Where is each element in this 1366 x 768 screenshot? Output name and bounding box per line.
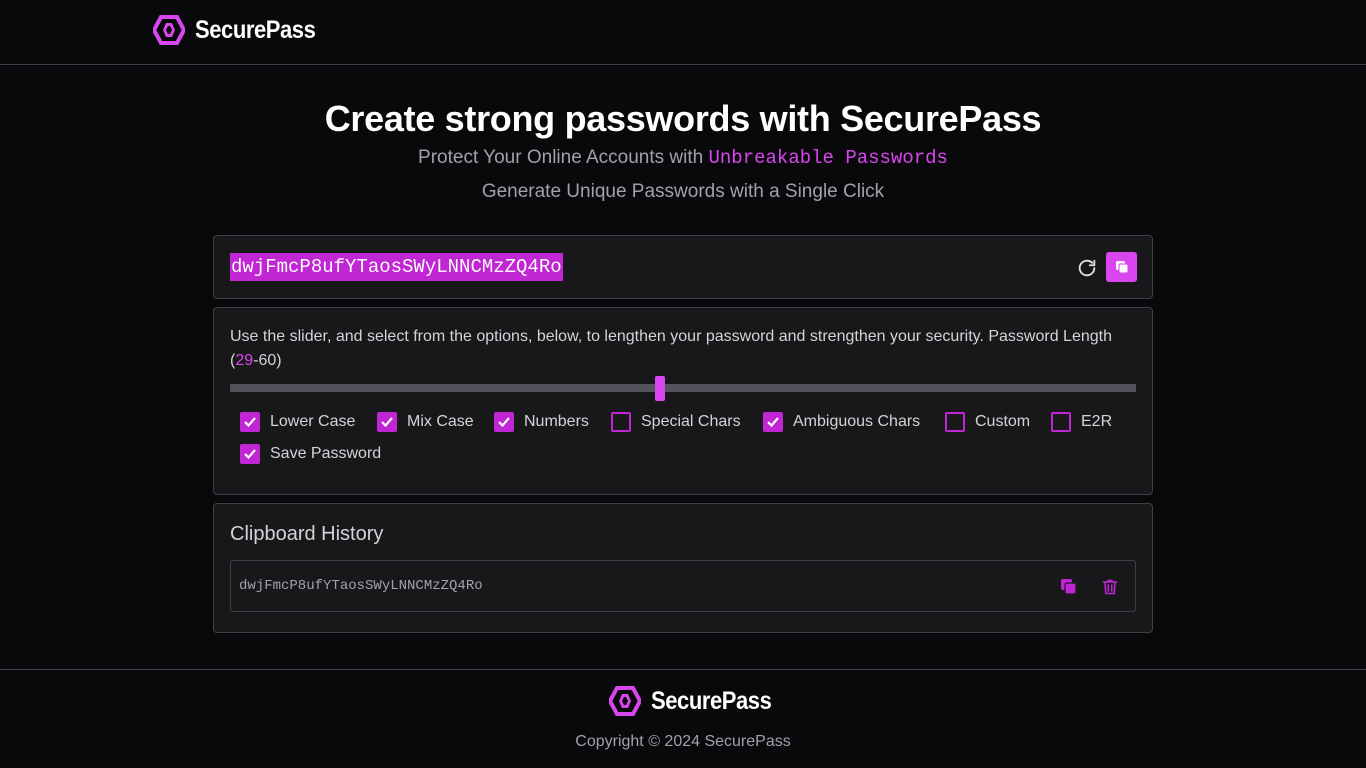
header-logo[interactable]: SecurePass [153, 15, 332, 45]
checkbox-mix-case[interactable]: Mix Case [377, 412, 474, 432]
page-title: Create strong passwords with SecurePass [324, 98, 1042, 139]
checkbox-label: Lower Case [270, 413, 356, 430]
checkbox-special-chars[interactable]: Special Chars [611, 412, 741, 432]
options-description-text: Use the slider, and select from the opti… [230, 328, 1112, 369]
history-item: dwjFmcP8ufYTaosSWyLNNCMzZQ4Ro [230, 560, 1136, 612]
checkbox-label: Special Chars [641, 413, 741, 430]
copyright-text: Copyright © 2024 SecurePass [575, 733, 791, 750]
checkbox-label: E2R [1081, 413, 1113, 430]
hero-subtitle-accent: Unbreakable Passwords [708, 147, 948, 169]
checkmark-icon [498, 417, 510, 428]
checkbox-label: Save Password [270, 445, 382, 462]
site-footer: SecurePass Copyright © 2024 SecurePass [0, 669, 1366, 768]
footer-brand-name: SecurePass [651, 686, 772, 715]
checkbox-box[interactable] [611, 412, 631, 432]
checkbox-save-password[interactable]: Save Password [240, 444, 381, 464]
generated-password[interactable]: dwjFmcP8ufYTaosSWyLNNCMzZQ4Ro [230, 253, 563, 281]
regenerate-button[interactable] [1074, 255, 1100, 281]
checkbox-label: Custom [975, 413, 1031, 430]
options-description: Use the slider, and select from the opti… [230, 325, 1135, 373]
checkbox-box[interactable] [240, 412, 260, 432]
checkbox-box[interactable] [945, 412, 965, 432]
checkmark-icon [767, 417, 779, 428]
clipboard-history-card: Clipboard History dwjFmcP8ufYTaosSWyLNNC… [213, 503, 1153, 633]
checkmark-icon [244, 417, 256, 428]
clipboard-history-title: Clipboard History [230, 523, 384, 545]
checkbox-box[interactable] [763, 412, 783, 432]
securepass-logo-icon [153, 15, 185, 45]
copy-icon [1061, 579, 1077, 595]
refresh-icon [1078, 259, 1096, 277]
checkbox-label: Ambiguous Chars [793, 413, 921, 430]
checkbox-box[interactable] [494, 412, 514, 432]
hero-subtitle-prefix: Protect Your Online Accounts with [418, 147, 709, 168]
password-length-max: -60) [253, 352, 282, 369]
checkbox-box[interactable] [377, 412, 397, 432]
checkbox-box[interactable] [240, 444, 260, 464]
checkbox-custom[interactable]: Custom [945, 412, 1030, 432]
copy-password-button[interactable] [1106, 252, 1137, 282]
trash-icon [1102, 579, 1118, 595]
checkbox-ambiguous-chars[interactable]: Ambiguous Chars [763, 412, 920, 432]
hero-subtitle-2: Generate Unique Passwords with a Single … [481, 181, 885, 202]
options-card: Use the slider, and select from the opti… [213, 307, 1153, 495]
checkmark-icon [244, 449, 256, 460]
password-length-value: 29 [235, 352, 254, 369]
securepass-logo-icon [609, 686, 641, 716]
length-slider-track[interactable] [230, 384, 1136, 392]
length-slider-thumb[interactable] [654, 376, 665, 401]
history-copy-button[interactable] [1059, 577, 1079, 597]
site-header: SecurePass [0, 0, 1366, 65]
history-password[interactable]: dwjFmcP8ufYTaosSWyLNNCMzZQ4Ro [239, 578, 483, 594]
checkbox-e2r[interactable]: E2R [1051, 412, 1112, 432]
checkbox-lower-case[interactable]: Lower Case [240, 412, 355, 432]
history-delete-button[interactable] [1100, 577, 1120, 597]
checkbox-box[interactable] [1051, 412, 1071, 432]
checkbox-label: Mix Case [407, 413, 474, 430]
checkmark-icon [381, 417, 393, 428]
header-brand-name: SecurePass [195, 15, 316, 44]
password-output-card: dwjFmcP8ufYTaosSWyLNNCMzZQ4Ro [213, 235, 1153, 299]
footer-logo[interactable]: SecurePass [609, 686, 788, 716]
checkbox-numbers[interactable]: Numbers [494, 412, 589, 432]
checkbox-label: Numbers [524, 413, 589, 430]
hero-subtitle: Protect Your Online Accounts with Unbrea… [0, 147, 1366, 169]
copy-icon [1115, 261, 1128, 274]
